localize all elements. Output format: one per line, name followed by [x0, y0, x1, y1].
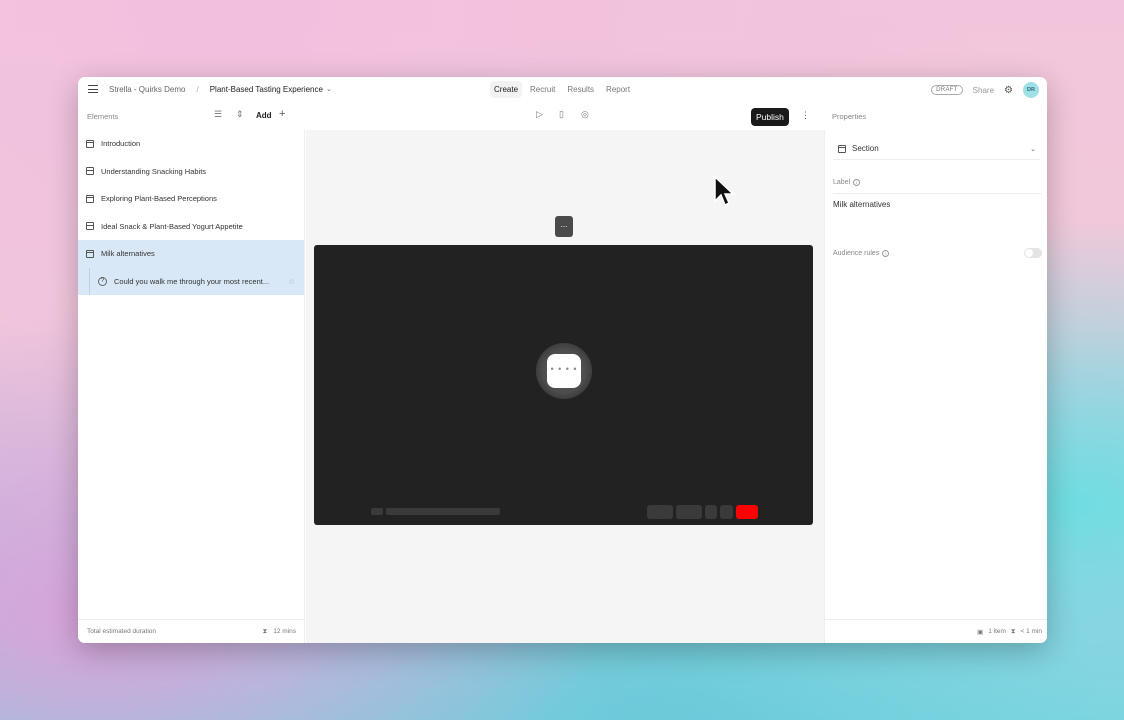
plus-icon[interactable]: + [279, 108, 285, 120]
section-icon [86, 222, 94, 231]
section-icon [86, 249, 94, 258]
properties-title: Properties [832, 112, 867, 121]
status-badge: DRAFT [931, 85, 963, 95]
element-type-value: Section [852, 144, 879, 153]
tab-create[interactable]: Create [490, 81, 523, 98]
elements-panel: Introduction Understanding Snacking Habi… [78, 130, 305, 643]
duration-label: Total estimated duration [87, 628, 157, 635]
element-exploring-plant-based-perceptions[interactable]: Exploring Plant-Based Perceptions [78, 185, 304, 213]
hourglass-icon: ⧗ [1010, 627, 1016, 635]
video-control-button[interactable] [676, 505, 702, 519]
label-title-text: Label [833, 179, 851, 186]
chat-bubble-icon: ◌ [289, 276, 294, 286]
tab-results[interactable]: Results [563, 81, 598, 98]
elements-title: Elements [87, 112, 119, 121]
duration-value: 12 mins [273, 628, 296, 635]
chevron-down-icon[interactable]: ⌄ [326, 85, 332, 93]
label-field-title: Label i [833, 179, 861, 186]
tab-recruit[interactable]: Recruit [526, 81, 559, 98]
hourglass-icon: ⧗ [262, 627, 268, 635]
main-tabs: Create Recruit Results Report [490, 81, 634, 98]
more-options-icon[interactable]: ⋮ [801, 110, 810, 121]
video-preview: • • • • [314, 245, 813, 525]
breadcrumb-separator: / [196, 84, 199, 94]
properties-panel: Section ⌄ Label i Milk alternatives Audi… [824, 130, 1047, 643]
share-button[interactable]: Share [973, 86, 994, 95]
video-control-button[interactable] [720, 505, 733, 519]
element-label: Understanding Snacking Habits [101, 166, 207, 176]
video-status-dot [371, 508, 383, 515]
video-caption-bar [386, 508, 500, 515]
element-label: Exploring Plant-Based Perceptions [101, 194, 217, 204]
element-milk-alternatives[interactable]: Milk alternatives [78, 240, 304, 268]
element-introduction[interactable]: Introduction [78, 130, 304, 158]
items-icon: ▣ [977, 628, 984, 636]
toolbar: Elements ☰ ⇕ Add + ▷ ▯ ◎ Publish ⋮ Prope… [78, 105, 1047, 126]
audience-rules-toggle[interactable] [1024, 248, 1042, 258]
section-icon [86, 167, 94, 176]
mouse-cursor-icon [714, 175, 735, 207]
label-input[interactable]: Milk alternatives [833, 193, 1042, 217]
publish-button[interactable]: Publish [751, 108, 789, 126]
top-bar: Strella - Quirks Demo / Plant-Based Tast… [78, 77, 1047, 101]
app-window: Strella - Quirks Demo / Plant-Based Tast… [78, 77, 1047, 643]
play-icon[interactable]: ▷ [536, 109, 543, 120]
tab-report[interactable]: Report [602, 81, 634, 98]
element-ideal-snack[interactable]: Ideal Snack & Plant-Based Yogurt Appetit… [78, 213, 304, 241]
section-icon [86, 194, 94, 203]
element-label: Ideal Snack & Plant-Based Yogurt Appetit… [101, 221, 243, 231]
chevron-down-icon: ⌄ [1030, 145, 1036, 153]
element-type-select[interactable]: Section ⌄ [833, 138, 1040, 160]
info-icon[interactable]: i [853, 179, 861, 186]
tree-line [89, 267, 90, 295]
expand-collapse-icon[interactable]: ⇕ [236, 109, 244, 120]
element-understanding-snacking-habits[interactable]: Understanding Snacking Habits [78, 158, 304, 186]
properties-footer: ▣ 1 item ⧗ < 1 min [825, 619, 1047, 643]
audience-rules-title: Audience rules i [833, 250, 890, 257]
element-label: Introduction [101, 139, 141, 149]
loading-indicator: • • • • [547, 354, 581, 388]
end-call-button[interactable] [736, 505, 758, 519]
add-button[interactable]: Add [256, 111, 272, 120]
hamburger-menu-icon[interactable] [88, 85, 98, 93]
filter-icon[interactable]: ☰ [214, 109, 222, 120]
question-label: Could you walk me through your most rece… [114, 276, 270, 286]
video-control-button[interactable] [647, 505, 673, 519]
duration-footer: Total estimated duration ⧗ 12 mins [78, 619, 305, 643]
section-icon [838, 144, 846, 153]
avatar[interactable]: DR [1023, 82, 1039, 98]
gear-icon[interactable]: ⚙ [1004, 85, 1013, 96]
items-count: 1 item [988, 628, 1006, 635]
mobile-preview-icon[interactable]: ▯ [559, 109, 564, 120]
audience-title-text: Audience rules [833, 250, 880, 257]
question-icon: ? [98, 276, 107, 286]
breadcrumb-org[interactable]: Strella - Quirks Demo [109, 85, 185, 94]
video-control-button[interactable] [705, 505, 717, 519]
breadcrumb-study[interactable]: Plant-Based Tasting Experience [210, 85, 323, 94]
question-item[interactable]: ? Could you walk me through your most re… [78, 267, 304, 295]
top-right-actions: DRAFT Share ⚙ DR [931, 82, 1039, 98]
element-menu-button[interactable]: ... [555, 216, 573, 237]
info-icon[interactable]: i [882, 250, 890, 257]
element-duration: < 1 min [1020, 628, 1043, 635]
section-icon [86, 139, 94, 148]
element-label: Milk alternatives [101, 249, 155, 259]
preview-canvas: ... • • • • [306, 130, 824, 643]
check-circle-icon[interactable]: ◎ [581, 109, 589, 120]
